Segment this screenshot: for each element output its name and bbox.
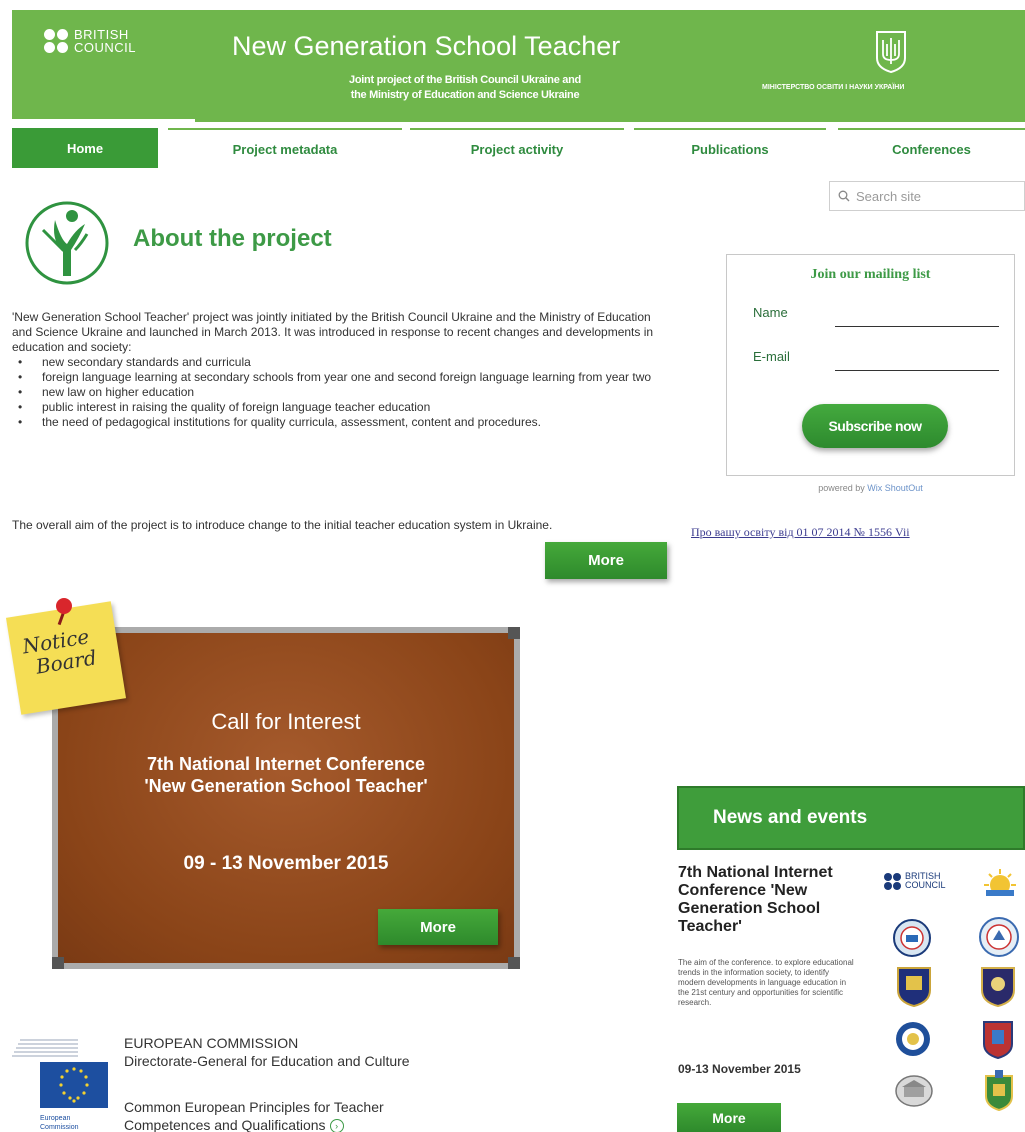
city-coat-of-arms-icon[interactable] bbox=[980, 1068, 1018, 1112]
ec-logo-caption-line2: Commission bbox=[40, 1124, 79, 1131]
ec-doc-line1: Common European Principles for Teacher bbox=[124, 1099, 384, 1115]
university-emblem-logo-icon[interactable] bbox=[978, 916, 1020, 958]
board-corner bbox=[508, 627, 520, 639]
header-underline bbox=[12, 119, 195, 122]
list-item: foreign language learning at secondary s… bbox=[12, 370, 672, 385]
ec-org-line1: EUROPEAN COMMISSION bbox=[124, 1035, 299, 1051]
search-input[interactable] bbox=[856, 188, 1006, 204]
ukrainian-link[interactable]: Про вашу освіту від 01 07 2014 № 1556 Vi… bbox=[691, 525, 910, 540]
name-field[interactable] bbox=[835, 307, 999, 327]
list-item: new law on higher education bbox=[12, 385, 672, 400]
conference-dates: 09 - 13 November 2015 bbox=[183, 853, 389, 874]
partner-logos: BRITISH COUNCIL bbox=[882, 868, 1025, 1132]
search-icon bbox=[838, 190, 850, 202]
nav-project-metadata[interactable]: Project metadata bbox=[168, 128, 402, 168]
ec-org-line2: Directorate-General for Education and Cu… bbox=[124, 1053, 410, 1069]
name-label: Name bbox=[753, 305, 788, 320]
subscribe-button[interactable]: Subscribe now bbox=[802, 404, 948, 448]
powered-prefix: powered by bbox=[818, 483, 865, 493]
list-item: public interest in raising the quality o… bbox=[12, 400, 672, 415]
british-council-partner-logo[interactable]: BRITISH COUNCIL bbox=[884, 872, 946, 890]
sticky-note: Notice Board bbox=[5, 601, 127, 715]
institute-round-logo-icon[interactable] bbox=[894, 1020, 932, 1058]
about-intro: 'New Generation School Teacher' project … bbox=[12, 310, 654, 354]
nav-conferences[interactable]: Conferences bbox=[838, 128, 1025, 168]
british-council-logo[interactable]: BRITISH COUNCIL bbox=[44, 28, 136, 54]
news-item-title[interactable]: 7th National Internet Conference 'New Ge… bbox=[678, 864, 858, 936]
pushpin-icon bbox=[56, 598, 72, 614]
nav-home[interactable]: Home bbox=[12, 128, 158, 168]
info-circle-icon[interactable]: › bbox=[329, 1119, 344, 1132]
mailing-list-box: Join our mailing list Name E-mail Subscr… bbox=[726, 254, 1015, 476]
mailing-title: Join our mailing list bbox=[810, 267, 931, 282]
news-item-text: The aim of the conference. to explore ed… bbox=[678, 958, 854, 1007]
bc-dots-icon bbox=[884, 872, 901, 890]
news-item-date: 09-13 November 2015 bbox=[678, 1062, 801, 1076]
bc-logo-line2: COUNCIL bbox=[74, 40, 137, 55]
about-title: About the project bbox=[133, 225, 332, 252]
email-field[interactable] bbox=[835, 351, 999, 371]
about-text: 'New Generation School Teacher' project … bbox=[12, 310, 672, 430]
ec-document-link[interactable]: Common European Principles for Teacher C… bbox=[124, 1098, 384, 1132]
list-item: new secondary standards and curricula bbox=[12, 355, 672, 370]
board-corner bbox=[508, 957, 520, 969]
ministry-name: МІНІСТЕРСТВО ОСВІТИ І НАУКИ УКРАЇНИ bbox=[762, 84, 905, 91]
powered-by: powered by Wix ShoutOut bbox=[726, 483, 1015, 493]
university-sun-logo-icon[interactable] bbox=[978, 868, 1022, 902]
board-corner bbox=[52, 957, 64, 969]
nav-publications[interactable]: Publications bbox=[634, 128, 826, 168]
about-more-button[interactable]: More bbox=[545, 542, 667, 579]
subtitle-line1: Joint project of the British Council Ukr… bbox=[349, 74, 581, 86]
project-logo-icon bbox=[25, 201, 109, 285]
university-building-logo-icon[interactable] bbox=[894, 1074, 934, 1108]
ec-organization: EUROPEAN COMMISSION Directorate-General … bbox=[124, 1034, 410, 1070]
university-shield-logo-icon[interactable] bbox=[896, 966, 932, 1008]
trident-icon bbox=[876, 31, 906, 74]
european-commission-logo-icon[interactable]: European Commission bbox=[12, 1036, 114, 1132]
email-label: E-mail bbox=[753, 349, 790, 364]
partner-bc-line2: COUNCIL bbox=[905, 880, 946, 890]
news-header: News and events bbox=[677, 786, 1025, 850]
ec-doc-line2: Competences and Qualifications bbox=[124, 1117, 326, 1132]
about-bullets: new secondary standards and curricula fo… bbox=[12, 355, 672, 430]
university-seal-logo-icon[interactable] bbox=[892, 918, 932, 958]
search-box[interactable] bbox=[829, 181, 1025, 211]
subtitle-line2: the Ministry of Education and Science Uk… bbox=[350, 89, 580, 101]
bc-dots-icon bbox=[44, 29, 68, 53]
aim-text: The overall aim of the project is to int… bbox=[12, 518, 553, 532]
ec-logo-caption-line1: European bbox=[40, 1115, 70, 1122]
conference-name: 7th National Internet Conference 'New Ge… bbox=[58, 753, 514, 797]
powered-brand-link[interactable]: Wix ShoutOut bbox=[867, 483, 923, 493]
nav-project-activity[interactable]: Project activity bbox=[410, 128, 624, 168]
conf-line1: 7th National Internet Conference bbox=[146, 754, 426, 774]
news-more-button[interactable]: More bbox=[677, 1103, 781, 1132]
list-item: the need of pedagogical institutions for… bbox=[12, 415, 672, 430]
notice-more-button[interactable]: More bbox=[378, 909, 498, 945]
call-title: Call for Interest bbox=[211, 709, 361, 734]
academy-shield-logo-icon[interactable] bbox=[980, 966, 1016, 1008]
site-subtitle: Joint project of the British Council Ukr… bbox=[300, 73, 630, 103]
site-title: New Generation School Teacher bbox=[232, 31, 621, 61]
conf-line2: 'New Generation School Teacher' bbox=[144, 776, 428, 796]
college-crest-logo-icon[interactable] bbox=[980, 1018, 1016, 1060]
